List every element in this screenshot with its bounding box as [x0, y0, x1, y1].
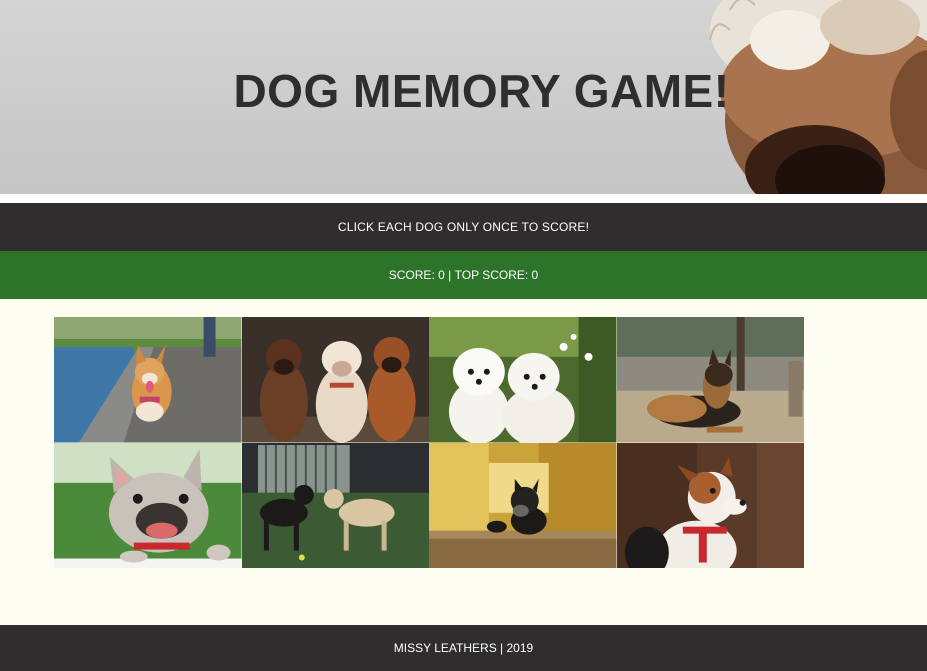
two-labradors-image [241, 442, 429, 568]
schnauzer-dog-image [429, 442, 617, 568]
corgi-dog-image [54, 317, 242, 443]
page-title: DOG MEMORY GAME! [233, 65, 730, 117]
hero-banner: DOG MEMORY GAME! [0, 0, 927, 194]
footer-text: MISSY LEATHERS | 2019 [393, 641, 534, 655]
score-label: SCORE: [388, 268, 435, 282]
dog-card-3[interactable] [429, 317, 617, 443]
french-bulldog-image [54, 442, 242, 568]
dog-card-7[interactable] [429, 442, 617, 568]
score-bar: SCORE: 0 | TOP SCORE: 0 [0, 251, 927, 299]
top-score-label: TOP SCORE: [454, 268, 529, 282]
score-value: 0 [438, 268, 445, 282]
divider [0, 194, 927, 203]
dog-card-6[interactable] [241, 442, 429, 568]
jack-russell-image [616, 442, 804, 568]
german-shepherd-image [616, 317, 804, 443]
two-white-puppies-image [429, 317, 617, 443]
card-grid [54, 317, 804, 568]
footer: MISSY LEATHERS | 2019 [0, 625, 927, 671]
three-boxer-dogs-image [241, 317, 429, 443]
instructions-text: CLICK EACH DOG ONLY ONCE TO SCORE! [337, 220, 590, 234]
dog-card-8[interactable] [616, 442, 804, 568]
dog-card-5[interactable] [54, 442, 242, 568]
dog-card-2[interactable] [241, 317, 429, 443]
dog-card-4[interactable] [616, 317, 804, 443]
instructions-bar: CLICK EACH DOG ONLY ONCE TO SCORE! [0, 203, 927, 251]
dog-card-1[interactable] [54, 317, 242, 443]
top-score-value: 0 [531, 268, 539, 282]
